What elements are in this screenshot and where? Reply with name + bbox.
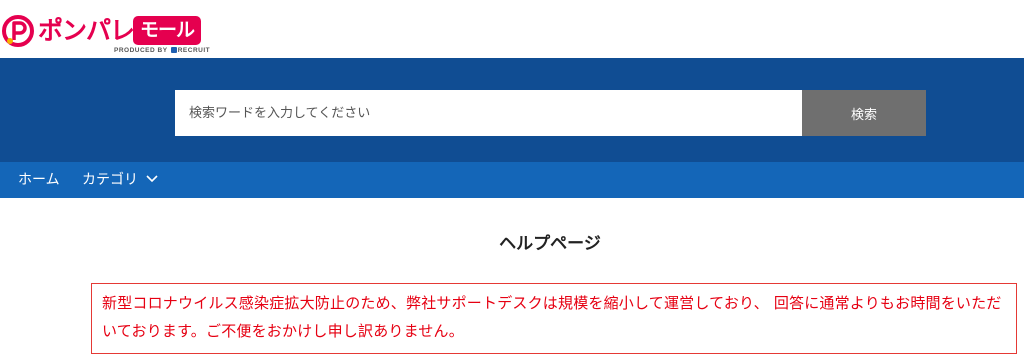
nav-home-link[interactable]: ホーム: [18, 162, 60, 198]
notice-box: 新型コロナウイルス感染症拡大防止のため、弊社サポートデスクは規模を縮小して運営し…: [91, 283, 1017, 354]
global-nav: ホーム カテゴリ: [0, 162, 1024, 198]
recruit-mark-icon: [170, 47, 177, 53]
nav-category-label: カテゴリ: [82, 172, 138, 188]
logo-byline: PRODUCED BY RECRUIT: [114, 47, 214, 54]
notice-text: 新型コロナウイルス感染症拡大防止のため、弊社サポートデスクは規模を縮小して運営し…: [102, 294, 1002, 340]
site-logo[interactable]: ポンパレ モール PRODUCED BY RECRUIT: [2, 8, 212, 56]
ponpare-p-icon: [2, 15, 34, 47]
search-input[interactable]: [175, 90, 802, 136]
logo-wordmark: ポンパレ: [38, 16, 135, 45]
search-button[interactable]: 検索: [802, 90, 926, 136]
chevron-down-icon: [146, 175, 158, 183]
search-band: 検索: [0, 58, 1024, 162]
page-title: ヘルプページ: [499, 234, 601, 254]
byline-company: RECRUIT: [177, 47, 211, 54]
nav-category-menu[interactable]: カテゴリ: [82, 162, 158, 198]
site-header: ポンパレ モール PRODUCED BY RECRUIT: [0, 0, 1024, 58]
logo-badge: モール: [133, 16, 201, 45]
byline-prefix: PRODUCED BY: [114, 47, 168, 54]
